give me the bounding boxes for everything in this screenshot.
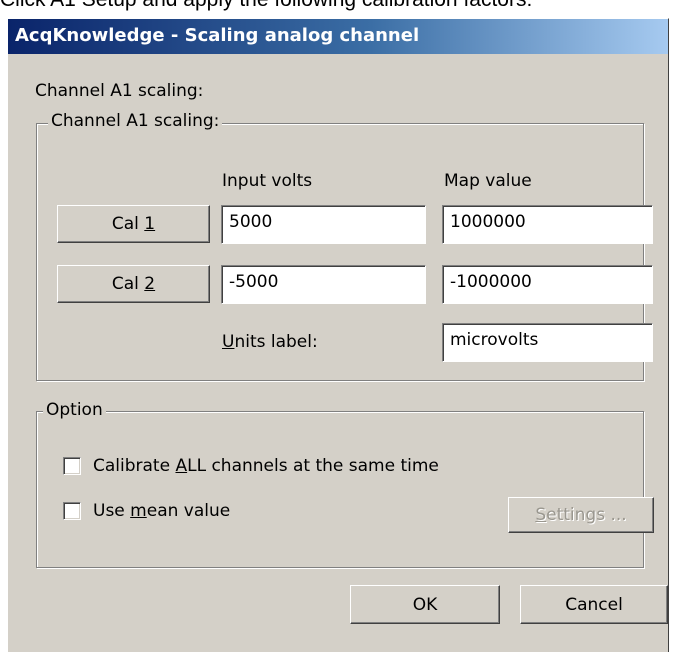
option-group-label: Option — [43, 400, 106, 420]
calibrate-all-label[interactable]: Calibrate ALL channels at the same time — [93, 456, 439, 476]
window-title: AcqKnowledge - Scaling analog channel — [15, 25, 420, 46]
units-label-text: nits label: — [234, 332, 318, 352]
map-value-header: Map value — [444, 171, 532, 191]
units-label-key: U — [222, 332, 235, 352]
cal-2-button[interactable]: Cal 2 — [57, 265, 210, 303]
cal-1-input-volts[interactable]: 5000 — [221, 205, 426, 244]
cal-2-map-value[interactable]: -1000000 — [442, 265, 653, 304]
input-volts-header: Input volts — [222, 171, 313, 191]
ok-button[interactable]: OK — [350, 585, 500, 624]
settings-label: ettings ... — [546, 505, 627, 525]
cal-1-button[interactable]: Cal 1 — [57, 205, 210, 243]
calibrate-all-checkbox[interactable] — [63, 457, 81, 475]
units-input[interactable]: microvolts — [442, 323, 653, 362]
scaling-dialog: AcqKnowledge - Scaling analog channel Ch… — [7, 18, 669, 652]
title-bar[interactable]: AcqKnowledge - Scaling analog channel — [8, 19, 668, 54]
dialog-heading: Channel A1 scaling: — [35, 81, 204, 101]
cal-2-label: Cal — [111, 274, 145, 294]
settings-key: S — [535, 505, 547, 525]
option-groupbox — [36, 411, 644, 568]
use-mean-checkbox[interactable] — [63, 502, 81, 520]
calibrate-all-post: LL channels at the same time — [187, 456, 439, 476]
settings-button[interactable]: Settings ... — [508, 497, 654, 533]
cal-2-input-volts[interactable]: -5000 — [221, 265, 426, 304]
instruction-text: Click A1 Setup and apply the following c… — [0, 0, 532, 12]
cal-1-map-value[interactable]: 1000000 — [442, 205, 653, 244]
calibrate-all-pre: Calibrate — [93, 456, 176, 476]
units-label: Units label: — [222, 332, 318, 352]
use-mean-pre: Use — [93, 501, 131, 521]
cancel-button[interactable]: Cancel — [520, 585, 668, 624]
calibrate-all-key: A — [175, 456, 188, 476]
cal-2-key: 2 — [144, 274, 156, 294]
use-mean-post: ean value — [146, 501, 231, 521]
use-mean-label[interactable]: Use mean value — [93, 501, 230, 521]
use-mean-key: m — [130, 501, 147, 521]
cal-1-label: Cal — [111, 214, 145, 234]
cal-1-key: 1 — [144, 214, 156, 234]
scaling-group-label: Channel A1 scaling: — [48, 111, 223, 131]
